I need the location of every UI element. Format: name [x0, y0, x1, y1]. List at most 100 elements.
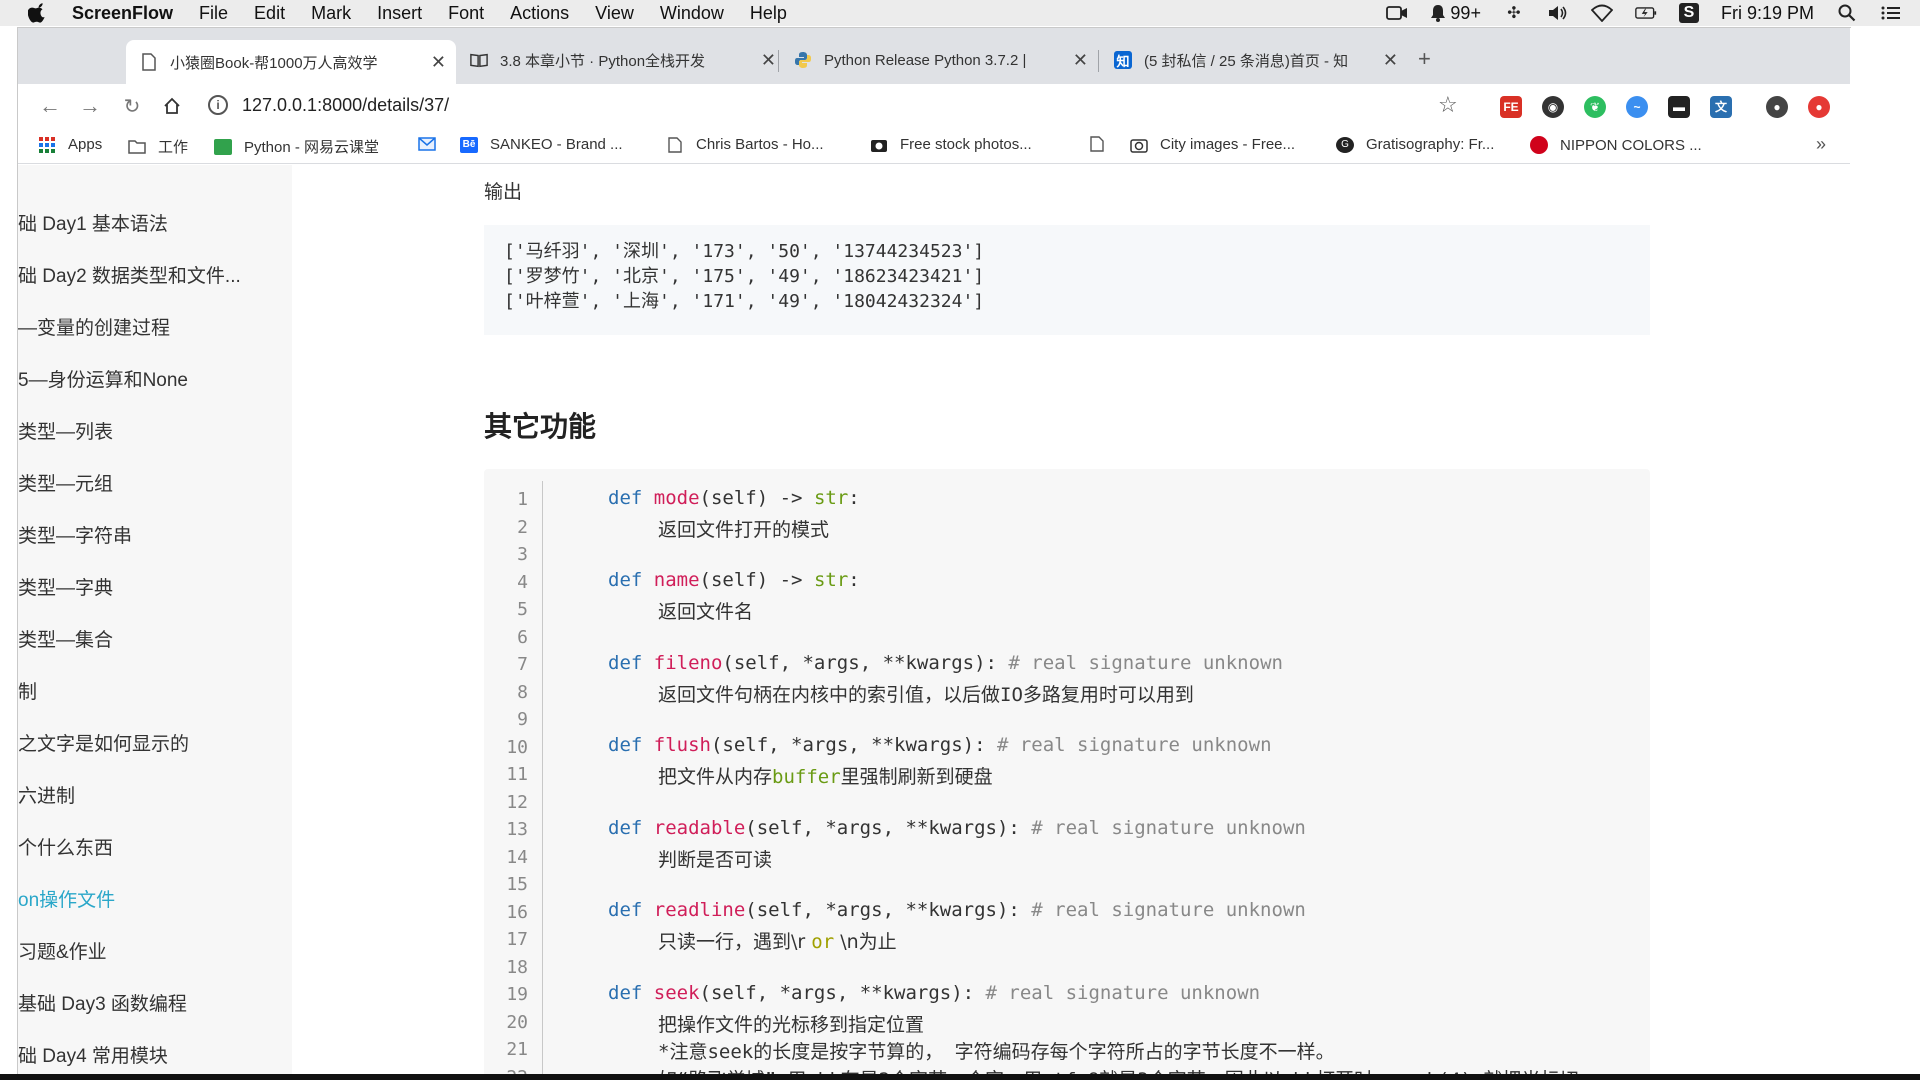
- line-number: 3: [517, 544, 528, 565]
- menu-font[interactable]: Font: [448, 3, 484, 24]
- page-icon: [666, 136, 684, 153]
- sidebar-item-active[interactable]: on操作文件: [18, 885, 292, 912]
- bookmark-star-icon[interactable]: ☆: [1438, 92, 1458, 118]
- new-tab-button[interactable]: +: [1418, 46, 1431, 72]
- desktop-background: [1850, 28, 1920, 1080]
- tab-title: 3.8 本章小节 · Python全栈开发: [500, 52, 706, 70]
- menu-extras: 99+ ✣ S Fri 9:19 PM: [1386, 0, 1902, 26]
- tab-title: Python Release Python 3.7.2 |: [824, 51, 1027, 69]
- bookmark-label: Python - 网易云课堂: [244, 139, 380, 156]
- sidebar-item[interactable]: 之文字是如何显示的: [18, 729, 292, 756]
- back-arrow-icon[interactable]: ←: [36, 92, 64, 120]
- screen-record-icon[interactable]: [1386, 4, 1408, 22]
- output-line: ['马纤羽', '深圳', '173', '50', '13744234523'…: [504, 241, 985, 262]
- gratisography-icon: G: [1336, 136, 1354, 153]
- battery-icon[interactable]: [1635, 4, 1657, 22]
- bookmark-untitled-page[interactable]: [1088, 136, 1118, 152]
- sidebar-item[interactable]: 类型—字符串: [18, 521, 292, 548]
- zhihu-icon: 知: [1114, 51, 1132, 69]
- apps-grid-icon: [38, 136, 56, 153]
- bookmark-label: NIPPON COLORS ...: [1560, 136, 1702, 154]
- line-number: 6: [517, 626, 528, 648]
- bluetooth-settings-icon[interactable]: ✣: [1503, 4, 1525, 22]
- notification-center-icon[interactable]: [1880, 4, 1902, 22]
- wifi-icon[interactable]: [1590, 4, 1613, 22]
- menu-insert[interactable]: Insert: [377, 3, 422, 24]
- sidebar-item[interactable]: 础 Day2 数据类型和文件...: [18, 261, 292, 288]
- home-icon[interactable]: [158, 92, 186, 120]
- sidebar-item[interactable]: 5—身份运算和None: [18, 365, 292, 392]
- code-line-def-name: def name(self) -> str:: [608, 569, 860, 591]
- adblock-icon[interactable]: ●: [1808, 96, 1830, 118]
- line-number: 1: [517, 489, 528, 510]
- tab-title: (5 封私信 / 25 条消息)首页 - 知: [1144, 52, 1349, 70]
- menu-edit[interactable]: Edit: [254, 3, 285, 24]
- tab-xiaoyuanquan[interactable]: 小猿圈Book-帮1000万人高效学 ✕: [126, 40, 456, 84]
- bookmark-mail[interactable]: [418, 136, 448, 152]
- menu-actions[interactable]: Actions: [510, 3, 569, 24]
- tab-close-icon[interactable]: ✕: [761, 50, 776, 71]
- profile-avatar-icon[interactable]: ●: [1766, 96, 1788, 118]
- menu-file[interactable]: File: [199, 3, 228, 24]
- mail-icon: [418, 136, 436, 152]
- menu-view[interactable]: View: [595, 3, 634, 24]
- menu-window[interactable]: Window: [660, 3, 724, 24]
- line-number: 19: [506, 984, 528, 1005]
- menu-clock[interactable]: Fri 9:19 PM: [1721, 3, 1814, 24]
- apple-logo-icon[interactable]: [27, 3, 48, 23]
- tab-close-icon[interactable]: ✕: [431, 52, 446, 73]
- sidebar-item[interactable]: 类型—集合: [18, 625, 292, 652]
- tab-zhihu[interactable]: 知 (5 封私信 / 25 条消息)首页 - 知 ✕: [1100, 40, 1408, 80]
- address-url[interactable]: 127.0.0.1:8000/details/37/: [242, 95, 449, 116]
- bookmark-netease-python[interactable]: Python - 网易云课堂: [214, 136, 379, 157]
- sidebar-item[interactable]: 制: [18, 677, 292, 704]
- bookmark-folder-work[interactable]: 工作: [128, 136, 188, 157]
- sidebar-item[interactable]: 六进制: [18, 781, 292, 808]
- extension-dark-icon[interactable]: ▬: [1668, 96, 1690, 118]
- line-number: 9: [517, 709, 528, 730]
- volume-icon[interactable]: [1547, 4, 1569, 22]
- code-line-doc: 返回文件句柄在内核中的索引值，以后做IO多路复用时可以用到: [658, 684, 1194, 706]
- menu-help[interactable]: Help: [750, 3, 787, 24]
- extension-icon[interactable]: ◉: [1542, 96, 1564, 118]
- sidebar-item[interactable]: 习题&作业: [18, 937, 292, 964]
- address-bar[interactable]: i 127.0.0.1:8000/details/37/: [208, 88, 1458, 122]
- sidebar-item[interactable]: 基础 Day3 函数编程: [18, 989, 292, 1016]
- forward-arrow-icon[interactable]: →: [76, 92, 104, 120]
- tab-close-icon[interactable]: ✕: [1073, 50, 1088, 71]
- bookmark-chris-bartos[interactable]: Chris Bartos - Ho...: [666, 136, 824, 153]
- sidebar-item[interactable]: 础 Day4 常用模块: [18, 1041, 292, 1068]
- bookmark-free-stock-photos[interactable]: Free stock photos...: [870, 136, 1032, 153]
- sidebar-item[interactable]: 础 Day1 基本语法: [18, 209, 292, 236]
- camera-icon: [870, 137, 888, 153]
- reload-icon[interactable]: ↻: [118, 92, 146, 120]
- sidebar-item[interactable]: 类型—元组: [18, 469, 292, 496]
- bookmark-nippon-colors[interactable]: NIPPON COLORS ...: [1530, 136, 1702, 154]
- spotlight-search-icon[interactable]: [1836, 4, 1858, 22]
- notification-bell-icon[interactable]: 99+: [1430, 3, 1481, 24]
- translate-icon[interactable]: 文: [1710, 96, 1732, 118]
- sidebar-item[interactable]: 类型—字典: [18, 573, 292, 600]
- evernote-icon[interactable]: ❦: [1584, 96, 1606, 118]
- menu-mark[interactable]: Mark: [311, 3, 351, 24]
- dollar-menu-icon[interactable]: S: [1678, 3, 1699, 23]
- sidebar-item[interactable]: 个什么东西: [18, 833, 292, 860]
- tab-close-icon[interactable]: ✕: [1383, 50, 1398, 71]
- bookmark-city-images[interactable]: City images - Free...: [1130, 136, 1295, 153]
- bookmark-sankeo[interactable]: Bē SANKEO - Brand ...: [460, 136, 623, 153]
- tab-python-fullstack[interactable]: 3.8 本章小节 · Python全栈开发 ✕: [456, 40, 786, 80]
- extension-blue-icon[interactable]: ~: [1626, 96, 1648, 118]
- sidebar-item[interactable]: —变量的创建过程: [18, 313, 292, 340]
- line-number: 10: [506, 736, 528, 758]
- sidebar-item[interactable]: 类型—列表: [18, 417, 292, 444]
- bookmark-gratisography[interactable]: G Gratisography: Fr...: [1336, 136, 1494, 153]
- menu-app-name[interactable]: ScreenFlow: [72, 3, 173, 24]
- code-line-doc: 返回文件打开的模式: [658, 519, 830, 541]
- book-icon: [470, 51, 488, 69]
- site-info-icon[interactable]: i: [208, 95, 228, 115]
- bookmarks-overflow-icon[interactable]: »: [1816, 134, 1826, 155]
- tab-python-release[interactable]: Python Release Python 3.7.2 | ✕: [780, 40, 1098, 80]
- bookmark-label: City images - Free...: [1160, 136, 1296, 153]
- fe-extension-icon[interactable]: FE: [1500, 96, 1522, 118]
- bookmark-apps[interactable]: Apps: [38, 136, 102, 153]
